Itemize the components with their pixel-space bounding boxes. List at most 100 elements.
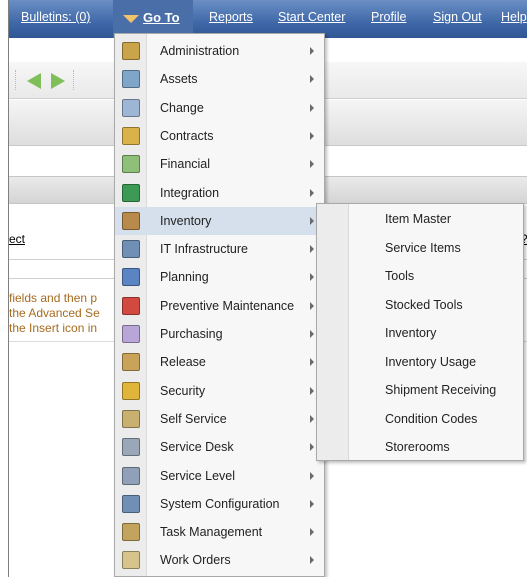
submenu-item-condition-codes[interactable]: Condition Codes (317, 405, 523, 434)
reports-link[interactable]: Reports (209, 10, 253, 24)
menu-item-self-service[interactable]: Self Service (115, 405, 324, 433)
menu-item-label: Integration (160, 185, 220, 200)
security-icon (122, 381, 140, 400)
chevron-right-icon (310, 471, 314, 480)
submenu-item-label: Inventory Usage (385, 354, 477, 369)
task-management-icon (122, 523, 140, 542)
menu-item-integration[interactable]: Integration (115, 179, 324, 207)
menu-item-label: Security (160, 383, 206, 398)
inventory-submenu: Item Master Service Items Tools Stocked Too… (316, 203, 524, 461)
goto-dropdown-menu: Administration Assets Change Contracts Finan… (114, 33, 325, 577)
hint-line: the Insert icon in (9, 321, 98, 335)
chevron-right-icon (310, 245, 314, 254)
menu-item-label: Work Orders (160, 553, 231, 568)
menu-item-label: Self Service (160, 411, 227, 426)
submenu-item-label: Tools (385, 269, 415, 283)
assets-icon (122, 70, 140, 89)
next-arrow-icon[interactable] (51, 73, 65, 89)
chevron-right-icon (310, 443, 314, 452)
system-configuration-icon (122, 494, 140, 513)
menu-item-label: Service Level (160, 468, 236, 483)
menu-item-service-level[interactable]: Service Level (115, 462, 324, 490)
service-level-icon (122, 466, 140, 485)
menu-item-it-infrastructure[interactable]: IT Infrastructure (115, 235, 324, 263)
menu-item-label: Financial (160, 157, 211, 172)
menu-item-label: Inventory (160, 213, 212, 228)
menu-item-change[interactable]: Change (115, 94, 324, 122)
toolbar-separator (73, 70, 75, 90)
menu-item-label: Assets (160, 72, 198, 87)
toolbar-separator (15, 70, 17, 90)
submenu-item-label: Item Master (385, 212, 451, 226)
submenu-item-shipment-receiving[interactable]: Shipment Receiving (317, 376, 523, 405)
menu-item-label: Change (160, 100, 204, 115)
planning-icon (122, 268, 140, 287)
chevron-right-icon (310, 75, 314, 84)
bulletins-link[interactable]: Bulletins: (0) (21, 10, 90, 24)
menu-item-label: Service Desk (160, 440, 234, 455)
chevron-right-icon (310, 358, 314, 367)
submenu-item-tools[interactable]: Tools (317, 262, 523, 291)
menu-item-contracts[interactable]: Contracts (115, 122, 324, 150)
menu-item-financial[interactable]: Financial (115, 150, 324, 178)
sign-out-link[interactable]: Sign Out (433, 10, 482, 24)
menu-item-label: Task Management (160, 525, 263, 540)
chevron-right-icon (310, 273, 314, 282)
menu-item-label: IT Infrastructure (160, 242, 248, 257)
submenu-item-label: Service Items (385, 240, 461, 255)
menu-item-label: Preventive Maintenance (160, 298, 295, 313)
profile-link[interactable]: Profile (371, 10, 406, 24)
release-icon (122, 353, 140, 372)
self-service-icon (122, 409, 140, 428)
menu-item-label: Purchasing (160, 327, 223, 341)
administration-icon (122, 42, 140, 60)
help-link[interactable]: Help (501, 10, 527, 24)
hint-line: the Advanced Se (9, 306, 100, 320)
chevron-right-icon (310, 216, 314, 225)
menu-item-work-orders[interactable]: Work Orders (115, 546, 324, 574)
previous-arrow-icon[interactable] (27, 73, 41, 89)
contracts-icon (122, 126, 140, 145)
menu-item-purchasing[interactable]: Purchasing (115, 320, 324, 348)
menu-item-release[interactable]: Release (115, 348, 324, 376)
menu-item-system-configuration[interactable]: System Configuration (115, 490, 324, 518)
submenu-item-label: Shipment Receiving (385, 383, 497, 397)
submenu-item-service-items[interactable]: Service Items (317, 234, 523, 263)
menu-item-inventory[interactable]: Inventory (115, 206, 324, 236)
submenu-item-inventory[interactable]: Inventory (317, 319, 523, 348)
hint-line: fields and then p (9, 291, 98, 305)
menu-item-planning[interactable]: Planning (115, 263, 324, 291)
chevron-right-icon (310, 556, 314, 565)
chevron-right-icon (310, 330, 314, 338)
menu-item-label: System Configuration (160, 496, 280, 511)
submenu-item-label: Stocked Tools (385, 297, 463, 312)
submenu-item-storerooms[interactable]: Storerooms (317, 433, 523, 462)
submenu-item-item-master[interactable]: Item Master (317, 205, 523, 234)
chevron-down-icon (123, 15, 139, 23)
work-orders-icon (122, 551, 140, 570)
chevron-right-icon (310, 188, 314, 197)
menu-item-task-management[interactable]: Task Management (115, 518, 324, 546)
chevron-right-icon (310, 528, 314, 537)
menu-item-label: Administration (160, 44, 240, 58)
menu-item-security[interactable]: Security (115, 377, 324, 405)
chevron-right-icon (310, 386, 314, 395)
submenu-item-stocked-tools[interactable]: Stocked Tools (317, 291, 523, 320)
start-center-link[interactable]: Start Center (278, 10, 345, 24)
submenu-item-inventory-usage[interactable]: Inventory Usage (317, 348, 523, 377)
goto-label[interactable]: Go To (143, 10, 180, 25)
menu-item-label: Contracts (160, 128, 214, 143)
menu-item-service-desk[interactable]: Service Desk (115, 433, 324, 461)
purchasing-icon (122, 325, 140, 343)
menu-item-label: Planning (160, 270, 209, 285)
menu-item-label: Release (160, 355, 206, 370)
menu-item-administration[interactable]: Administration (115, 37, 324, 65)
preventive-maintenance-icon (122, 296, 140, 315)
integration-icon (122, 183, 140, 202)
menu-item-assets[interactable]: Assets (115, 65, 324, 93)
column-header-left[interactable]: ect (9, 232, 25, 246)
menu-item-preventive-maintenance[interactable]: Preventive Maintenance (115, 292, 324, 320)
submenu-item-label: Storerooms (385, 440, 450, 454)
inventory-icon (122, 211, 140, 230)
chevron-right-icon (310, 47, 314, 55)
